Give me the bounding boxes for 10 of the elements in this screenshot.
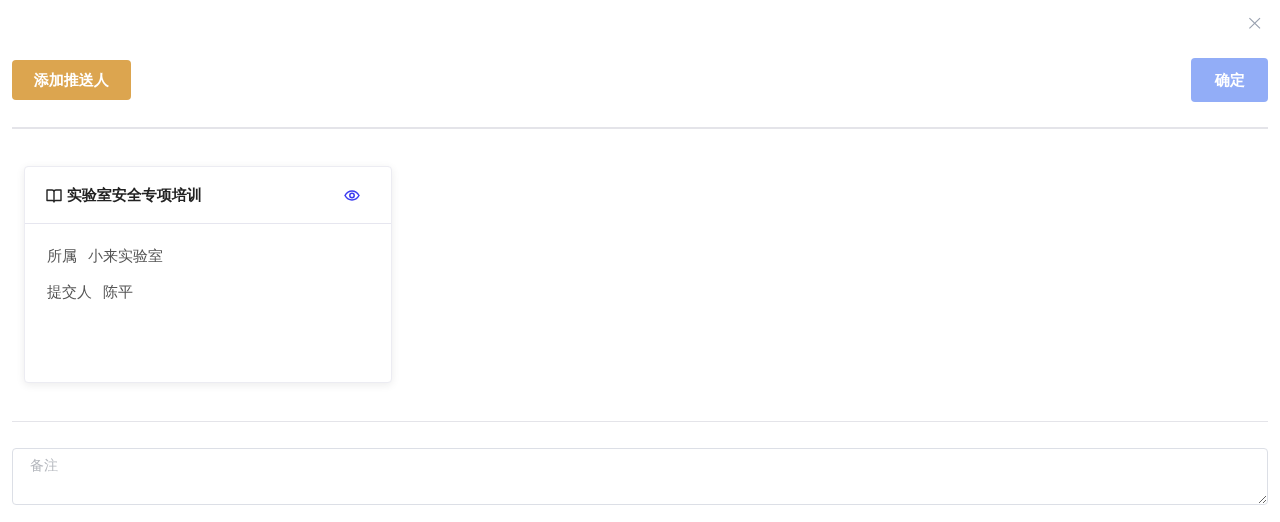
field-label: 所属 [47,246,77,266]
book-icon [46,187,62,203]
close-button[interactable]: × [1245,12,1264,34]
remark-field[interactable]: 备注 [12,448,1268,505]
view-icon[interactable] [344,189,360,201]
field-label: 提交人 [47,282,92,302]
add-recipient-button[interactable]: 添加推送人 [12,60,131,100]
card-title: 实验室安全专项培训 [67,184,203,205]
field-value: 陈平 [103,282,133,302]
field-value: 小来实验室 [88,246,163,266]
